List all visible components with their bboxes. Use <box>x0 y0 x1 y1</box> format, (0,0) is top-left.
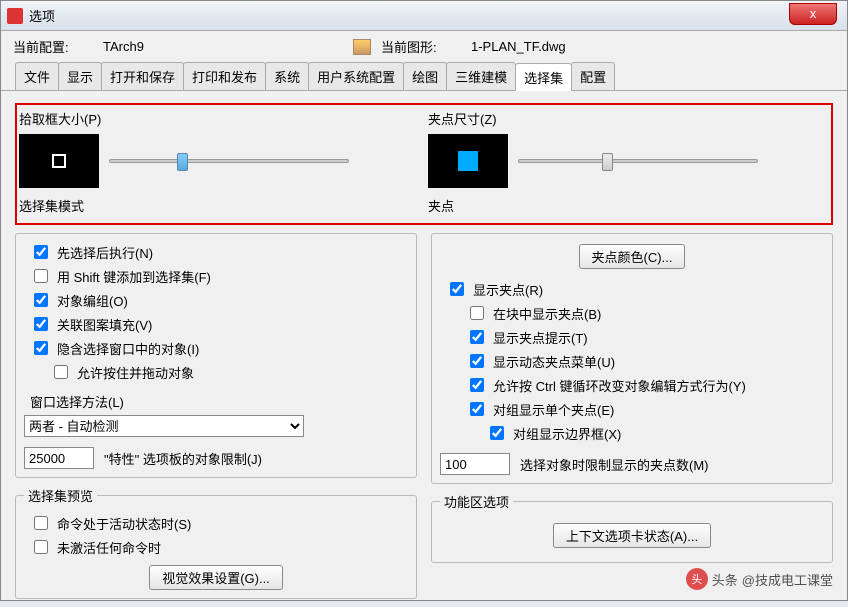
chk-noactive[interactable] <box>34 540 48 554</box>
lbl-hatch: 关联图案填充(V) <box>57 315 152 334</box>
ribbon-options-label: 功能区选项 <box>440 492 513 511</box>
window-method-select[interactable]: 两者 - 自动检测 <box>24 415 304 437</box>
prop-limit-label: "特性" 选项板的对象限制(J) <box>104 449 262 468</box>
chk-grouponegrip[interactable] <box>470 402 484 416</box>
context-tab-button[interactable]: 上下文选项卡状态(A)... <box>553 523 711 548</box>
lbl-groupbbox: 对组显示边界框(X) <box>513 424 621 443</box>
highlight-box: 拾取框大小(P) 选择集模式 夹点尺寸(Z) 夹点 <box>15 103 833 225</box>
chk-blockgrips[interactable] <box>470 306 484 320</box>
visual-effect-button[interactable]: 视觉效果设置(G)... <box>149 565 283 590</box>
lbl-active: 命令处于活动状态时(S) <box>57 514 191 533</box>
lbl-blockgrips: 在块中显示夹点(B) <box>493 304 601 323</box>
drawing-icon <box>353 39 371 55</box>
lbl-griptips: 显示夹点提示(T) <box>493 328 588 347</box>
chk-hatch[interactable] <box>34 317 48 331</box>
lbl-drag: 允许按住并拖动对象 <box>77 363 194 382</box>
grip-limit-input[interactable] <box>440 453 510 475</box>
lbl-implied: 隐含选择窗口中的对象(I) <box>57 339 199 358</box>
chk-pickfirst[interactable] <box>34 245 48 259</box>
chk-group[interactable] <box>34 293 48 307</box>
grip-limit-label: 选择对象时限制显示的夹点数(M) <box>520 455 709 474</box>
config-row: 当前配置: TArch9 当前图形: 1-PLAN_TF.dwg <box>1 31 847 62</box>
grip-size-label: 夹点尺寸(Z) <box>428 109 829 128</box>
content <box>1 91 847 103</box>
tab-0[interactable]: 文件 <box>15 62 59 90</box>
prop-limit-input[interactable] <box>24 447 94 469</box>
tab-5[interactable]: 用户系统配置 <box>308 62 404 90</box>
current-drawing-label: 当前图形: <box>381 37 461 56</box>
pickbox-slider[interactable] <box>109 153 349 169</box>
lbl-pickfirst: 先选择后执行(N) <box>57 243 153 262</box>
tab-4[interactable]: 系统 <box>265 62 309 90</box>
lbl-group: 对象编组(O) <box>57 291 128 310</box>
tab-3[interactable]: 打印和发布 <box>183 62 266 90</box>
grip-color-button[interactable]: 夹点颜色(C)... <box>579 244 686 269</box>
tab-1[interactable]: 显示 <box>58 62 102 90</box>
close-button[interactable]: x <box>789 3 837 25</box>
lbl-noactive: 未激活任何命令时 <box>57 538 161 557</box>
window-title: 选项 <box>29 6 55 25</box>
chk-shift[interactable] <box>34 269 48 283</box>
current-profile-label: 当前配置: <box>13 37 93 56</box>
grip-preview <box>428 134 508 188</box>
selection-mode-group: 先选择后执行(N) 用 Shift 键添加到选择集(F) 对象编组(O) 关联图… <box>15 233 417 478</box>
pickbox-preview <box>19 134 99 188</box>
selection-preview-group: 选择集预览 命令处于活动状态时(S) 未激活任何命令时 视觉效果设置(G)... <box>15 486 417 599</box>
chk-ctrl[interactable] <box>470 378 484 392</box>
lbl-ctrl: 允许按 Ctrl 键循环改变对象编辑方式行为(Y) <box>493 376 746 395</box>
tab-7[interactable]: 三维建模 <box>446 62 516 90</box>
grip-square-icon <box>458 151 478 171</box>
tab-8[interactable]: 选择集 <box>515 63 572 91</box>
current-drawing-value: 1-PLAN_TF.dwg <box>471 39 671 54</box>
lbl-showgrips: 显示夹点(R) <box>473 280 543 299</box>
chk-drag[interactable] <box>54 365 68 379</box>
titlebar: 选项 x <box>1 1 847 31</box>
selection-preview-label: 选择集预览 <box>24 486 97 505</box>
grip-slider[interactable] <box>518 153 758 169</box>
window-method-label: 窗口选择方法(L) <box>30 392 408 411</box>
lbl-shift: 用 Shift 键添加到选择集(F) <box>57 267 211 286</box>
lbl-dyngripmenu: 显示动态夹点菜单(U) <box>493 352 615 371</box>
tab-2[interactable]: 打开和保存 <box>101 62 184 90</box>
pickbox-size-label: 拾取框大小(P) <box>19 109 420 128</box>
selection-mode-label: 选择集模式 <box>19 196 420 215</box>
chk-showgrips[interactable] <box>450 282 464 296</box>
tab-9[interactable]: 配置 <box>571 62 615 90</box>
lbl-grouponegrip: 对组显示单个夹点(E) <box>493 400 614 419</box>
tabs: 文件显示打开和保存打印和发布系统用户系统配置绘图三维建模选择集配置 <box>1 62 847 91</box>
app-icon <box>7 8 23 24</box>
current-profile-value: TArch9 <box>103 39 303 54</box>
chk-griptips[interactable] <box>470 330 484 344</box>
grips-label: 夹点 <box>428 196 829 215</box>
pickbox-square-icon <box>52 154 66 168</box>
tab-6[interactable]: 绘图 <box>403 62 447 90</box>
chk-groupbbox[interactable] <box>490 426 504 440</box>
options-window: 选项 x 当前配置: TArch9 当前图形: 1-PLAN_TF.dwg 文件… <box>0 0 848 601</box>
grips-group: 夹点颜色(C)... 显示夹点(R) 在块中显示夹点(B) 显示夹点提示(T) … <box>431 233 833 484</box>
chk-active[interactable] <box>34 516 48 530</box>
ribbon-options-group: 功能区选项 上下文选项卡状态(A)... <box>431 492 833 563</box>
chk-implied[interactable] <box>34 341 48 355</box>
chk-dyngripmenu[interactable] <box>470 354 484 368</box>
